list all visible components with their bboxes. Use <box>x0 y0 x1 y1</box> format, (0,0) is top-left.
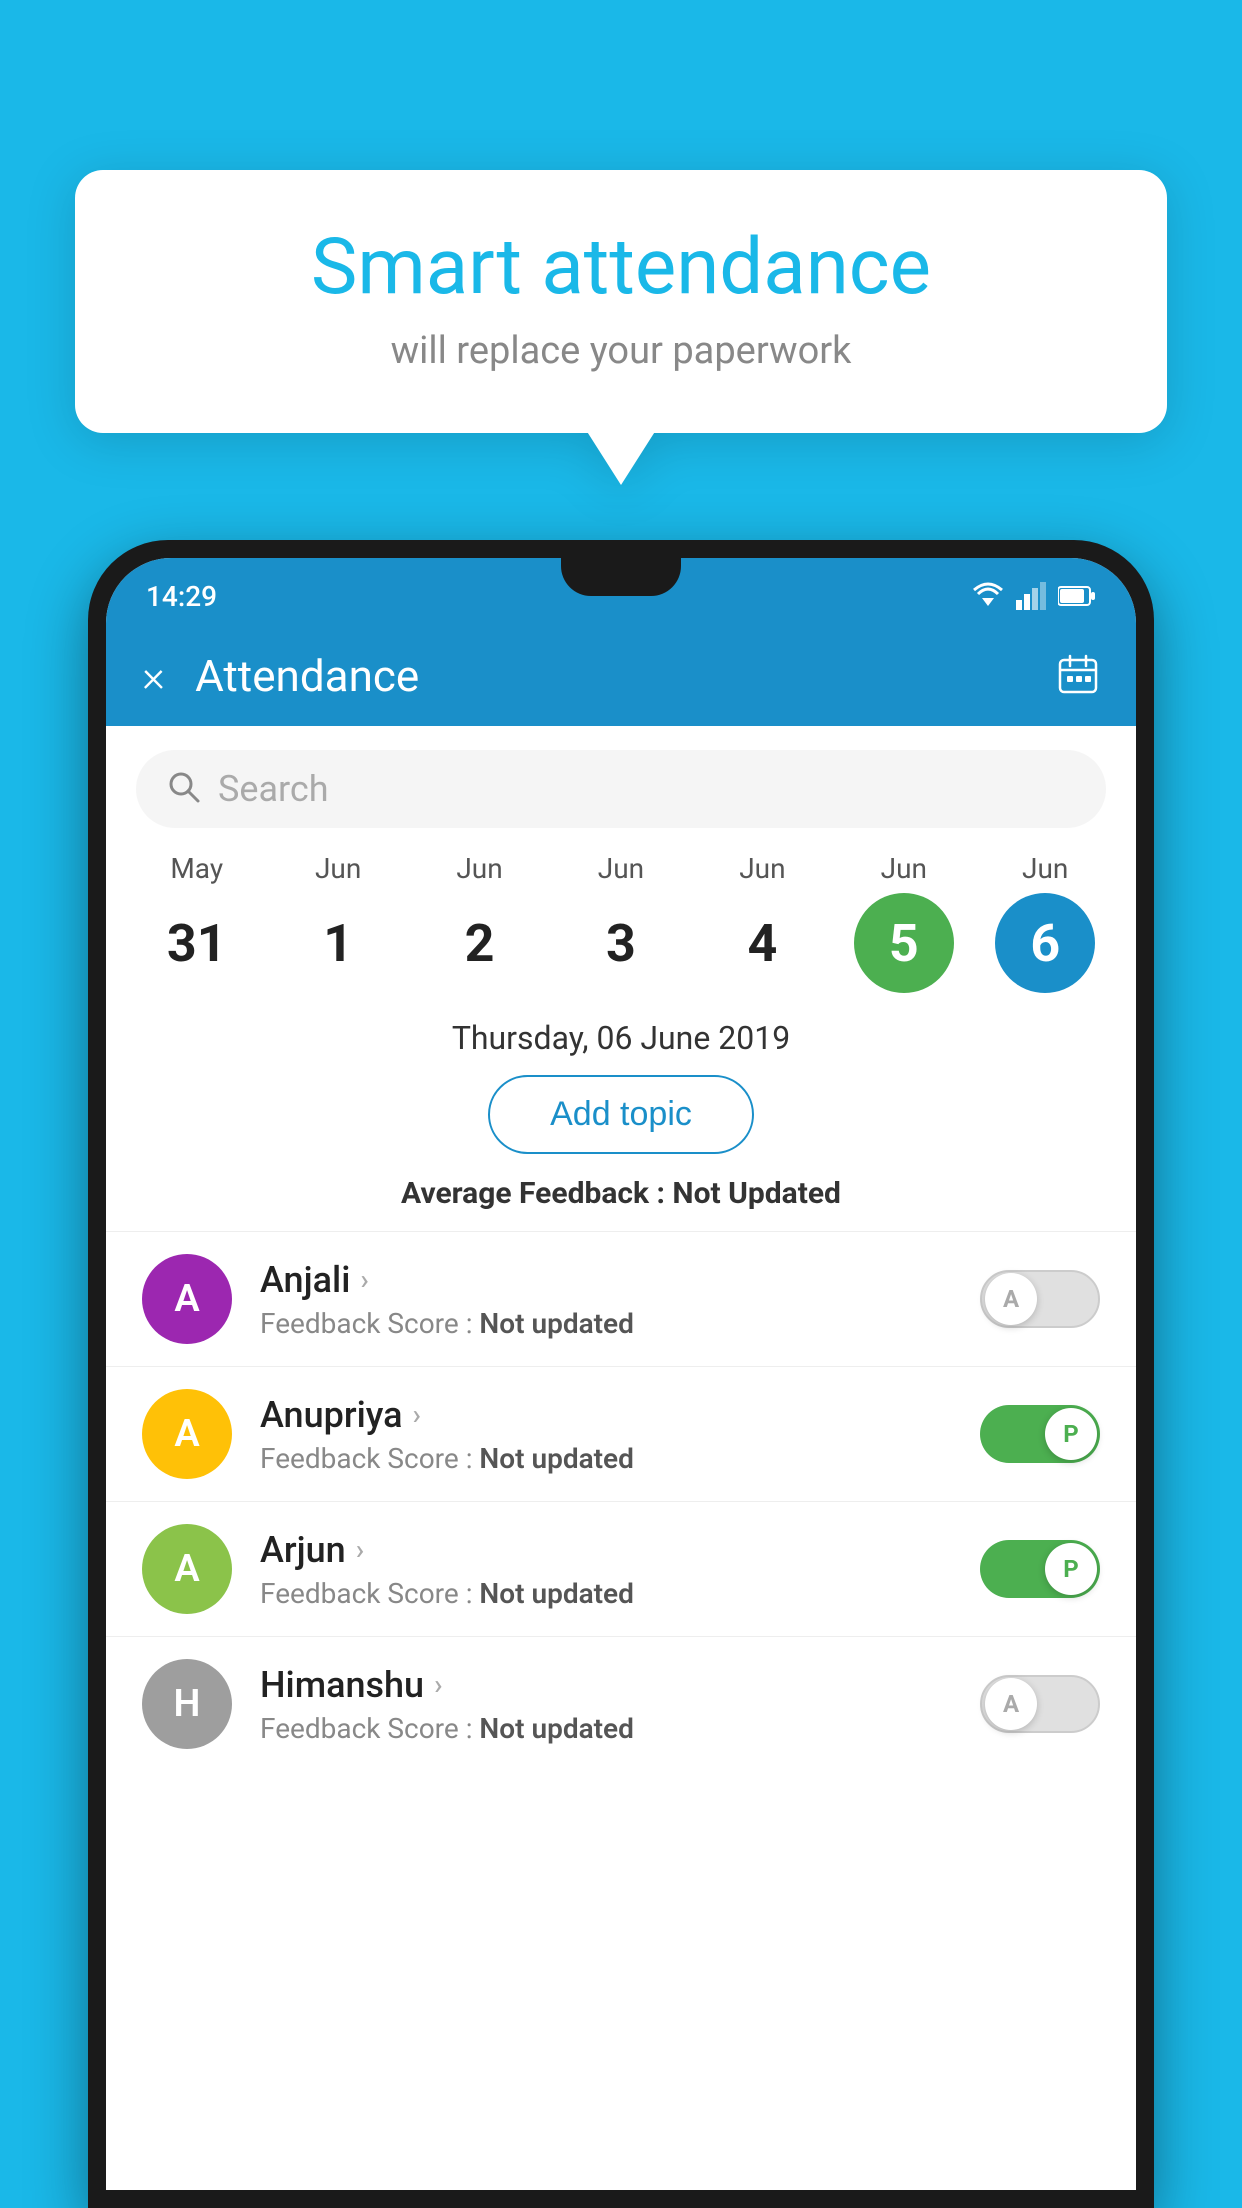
avatar: A <box>142 1254 232 1344</box>
cal-date-number[interactable]: 31 <box>147 893 247 993</box>
student-info: Arjun › Feedback Score : Not updated <box>260 1529 952 1610</box>
phone-inner: 14:29 <box>106 558 1136 2190</box>
toggle-switch[interactable]: A <box>980 1270 1100 1328</box>
toggle-switch[interactable]: P <box>980 1540 1100 1598</box>
cal-month-label: Jun <box>881 852 927 885</box>
search-bar[interactable]: Search <box>136 750 1106 828</box>
cal-month-label: Jun <box>598 852 644 885</box>
student-info: Anjali › Feedback Score : Not updated <box>260 1259 952 1340</box>
student-name: Anjali › <box>260 1259 952 1301</box>
student-info: Anupriya › Feedback Score : Not updated <box>260 1394 952 1475</box>
cal-month-label: Jun <box>315 852 361 885</box>
calendar-day[interactable]: Jun 5 <box>844 852 964 993</box>
avatar: A <box>142 1389 232 1479</box>
calendar-day[interactable]: Jun 1 <box>278 852 398 993</box>
feedback-score: Feedback Score : Not updated <box>260 1442 952 1475</box>
bubble-title: Smart attendance <box>135 225 1107 311</box>
toggle-knob: P <box>1045 1408 1097 1460</box>
wifi-icon <box>970 582 1006 610</box>
selected-date-label: Thursday, 06 June 2019 <box>106 1019 1136 1057</box>
app-header: × Attendance <box>106 626 1136 726</box>
close-button[interactable]: × <box>142 654 165 698</box>
avatar: H <box>142 1659 232 1749</box>
calendar-day[interactable]: Jun 4 <box>702 852 822 993</box>
search-placeholder: Search <box>218 768 329 810</box>
phone-notch <box>561 558 681 596</box>
cal-month-label: Jun <box>456 852 502 885</box>
cal-month-label: Jun <box>1022 852 1068 885</box>
status-time: 14:29 <box>146 580 217 613</box>
student-name: Arjun › <box>260 1529 952 1571</box>
calendar-day[interactable]: Jun 2 <box>420 852 540 993</box>
cal-date-number[interactable]: 3 <box>571 893 671 993</box>
student-row[interactable]: H Himanshu › Feedback Score : Not updated A <box>106 1636 1136 1771</box>
signal-icon <box>1016 582 1048 610</box>
calendar-row: May 31 Jun 1 Jun 2 Jun 3 Jun 4 Jun 5 Jun 6 <box>106 852 1136 993</box>
speech-bubble: Smart attendance will replace your paper… <box>75 170 1167 433</box>
student-name: Himanshu › <box>260 1664 952 1706</box>
avg-feedback: Average Feedback : Not Updated <box>106 1176 1136 1211</box>
feedback-score: Feedback Score : Not updated <box>260 1307 952 1340</box>
header-title: Attendance <box>195 650 1026 702</box>
cal-month-label: May <box>170 852 223 885</box>
feedback-score: Feedback Score : Not updated <box>260 1712 952 1745</box>
attendance-toggle[interactable]: A <box>980 1675 1100 1733</box>
chevron-right-icon: › <box>360 1263 368 1296</box>
avatar: A <box>142 1524 232 1614</box>
student-list: AAnjali ›Feedback Score : Not updatedAAA… <box>106 1231 1136 1771</box>
bubble-subtitle: will replace your paperwork <box>135 329 1107 373</box>
feedback-score: Feedback Score : Not updated <box>260 1577 952 1610</box>
student-info: Himanshu › Feedback Score : Not updated <box>260 1664 952 1745</box>
calendar-day[interactable]: May 31 <box>137 852 257 993</box>
toggle-knob: A <box>985 1678 1037 1730</box>
add-topic-button[interactable]: Add topic <box>488 1075 754 1154</box>
cal-date-number[interactable]: 4 <box>712 893 812 993</box>
attendance-toggle[interactable]: A <box>980 1270 1100 1328</box>
student-row[interactable]: A Anjali › Feedback Score : Not updated A <box>106 1231 1136 1366</box>
chevron-right-icon: › <box>356 1533 364 1566</box>
battery-icon <box>1058 585 1096 607</box>
toggle-knob: A <box>985 1273 1037 1325</box>
calendar-icon[interactable] <box>1056 652 1100 700</box>
search-icon <box>166 769 202 809</box>
student-row[interactable]: A Arjun › Feedback Score : Not updated P <box>106 1501 1136 1636</box>
calendar-day[interactable]: Jun 6 <box>985 852 1105 993</box>
cal-month-label: Jun <box>739 852 785 885</box>
toggle-switch[interactable]: P <box>980 1405 1100 1463</box>
chevron-right-icon: › <box>413 1398 421 1431</box>
cal-date-number[interactable]: 6 <box>995 893 1095 993</box>
toggle-switch[interactable]: A <box>980 1675 1100 1733</box>
calendar-day[interactable]: Jun 3 <box>561 852 681 993</box>
attendance-toggle[interactable]: P <box>980 1405 1100 1463</box>
cal-date-number[interactable]: 1 <box>288 893 388 993</box>
student-row[interactable]: A Anupriya › Feedback Score : Not updated P <box>106 1366 1136 1501</box>
status-icons <box>970 582 1096 610</box>
attendance-toggle[interactable]: P <box>980 1540 1100 1598</box>
chevron-right-icon: › <box>434 1668 442 1701</box>
toggle-knob: P <box>1045 1543 1097 1595</box>
cal-date-number[interactable]: 5 <box>854 893 954 993</box>
phone-frame: 14:29 <box>88 540 1154 2208</box>
student-name: Anupriya › <box>260 1394 952 1436</box>
cal-date-number[interactable]: 2 <box>430 893 530 993</box>
